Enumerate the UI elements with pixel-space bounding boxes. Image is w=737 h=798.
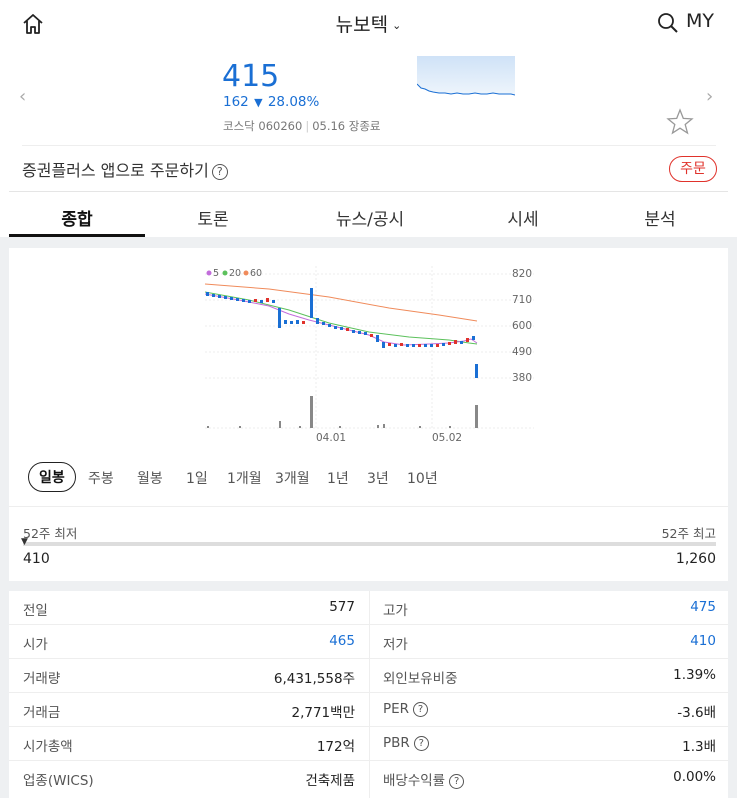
market-name: 코스닥 — [223, 119, 255, 133]
stat-label: 거래금 — [23, 705, 61, 721]
stock-code: 060260 — [258, 119, 303, 133]
y-tick: 600 — [512, 320, 532, 332]
stat-label: 저가 — [383, 637, 408, 653]
chevron-down-icon: ⌄ — [392, 19, 402, 32]
period-1day[interactable]: 1일 — [186, 468, 208, 488]
help-icon[interactable]: ? — [211, 164, 228, 180]
period-3year[interactable]: 3년 — [367, 468, 389, 488]
legend-ma20: 20 — [229, 268, 241, 279]
search-icon[interactable] — [657, 12, 679, 34]
change-percent: 28.08% — [267, 94, 320, 110]
help-icon[interactable]: ? — [413, 736, 429, 751]
stat-value: 건축제품 — [305, 773, 355, 789]
period-1month[interactable]: 1개월 — [227, 468, 262, 488]
change-amount: 162 — [223, 94, 249, 110]
stat-value: 410 — [690, 633, 716, 649]
help-icon[interactable]: ? — [449, 774, 465, 789]
range-high-label: 52주 최고 — [661, 526, 716, 541]
stats-row: 전일 577 고가 475 — [9, 591, 728, 625]
stock-name-selector[interactable]: 뉴보텍 ⌄ — [0, 10, 737, 37]
range-bar — [23, 542, 716, 546]
range-low-value: 410 — [23, 551, 50, 567]
stat-label: 시가총액 — [23, 739, 73, 755]
stats-row: 거래량 6,431,558주 외인보유비중 1.39% — [9, 659, 728, 693]
x-axis-labels: 04.01 05.02 — [316, 432, 462, 444]
period-3month[interactable]: 3개월 — [275, 468, 310, 488]
y-tick: 490 — [512, 346, 532, 358]
ma60-line — [204, 283, 478, 322]
stat-label: 전일 — [23, 603, 48, 619]
stat-label: 배당수익률? — [383, 769, 465, 789]
intraday-sparkline — [417, 56, 515, 96]
legend-ma5: 5 — [213, 268, 219, 279]
stats-row: 업종(WICS) 건축제품 배당수익률? 0.00% — [9, 761, 728, 795]
active-tab-indicator — [9, 234, 145, 237]
stat-label: 거래량 — [23, 671, 61, 687]
stat-value: 465 — [329, 633, 355, 649]
current-price: 415 — [222, 59, 280, 94]
stat-value: 1.39% — [673, 667, 716, 683]
stats-row: 시가 465 저가 410 — [9, 625, 728, 659]
my-button[interactable]: MY — [686, 10, 714, 32]
period-monthly[interactable]: 월봉 — [137, 468, 163, 488]
stat-label: 고가 — [383, 603, 408, 619]
x-tick: 05.02 — [432, 432, 462, 444]
y-tick: 820 — [512, 268, 532, 280]
next-stock-arrow-icon[interactable]: › — [706, 86, 713, 107]
market-status: 05.16 장종료 — [312, 119, 381, 133]
stat-label: PER? — [383, 701, 429, 717]
period-10year[interactable]: 10년 — [407, 468, 438, 488]
candlestick-chart[interactable]: 5 20 60 820 710 600 490 380 04.01 05.02 — [9, 248, 728, 448]
chart-card: 5 20 60 820 710 600 490 380 04.01 05.02 — [9, 248, 728, 506]
period-weekly[interactable]: 주봉 — [88, 468, 114, 488]
stock-name: 뉴보텍 — [335, 14, 389, 36]
order-promo-text: 증권플러스 앱으로 주문하기 — [22, 161, 209, 180]
prev-stock-arrow-icon[interactable]: ‹ — [19, 86, 26, 107]
x-tick: 04.01 — [316, 432, 346, 444]
tab-news[interactable]: 뉴스/공시 — [302, 205, 438, 230]
stats-row: 거래금 2,771백만 PER? -3.6배 — [9, 693, 728, 727]
legend-ma60: 60 — [250, 268, 262, 279]
order-promo[interactable]: 증권플러스 앱으로 주문하기? — [22, 157, 228, 181]
help-icon[interactable]: ? — [413, 702, 429, 717]
range-current-marker-icon: ▼ — [21, 537, 28, 547]
chart-grid — [205, 266, 534, 429]
stat-label: 외인보유비중 — [383, 671, 458, 687]
stat-value: 475 — [690, 599, 716, 615]
ma5-line — [204, 293, 478, 346]
favorite-star-icon[interactable] — [666, 108, 694, 136]
stat-label: 시가 — [23, 637, 48, 653]
range-52week-card: 52주 최저 52주 최고 ▼ 410 1,260 — [9, 506, 728, 581]
y-axis-labels: 820 710 600 490 380 — [512, 268, 532, 384]
stat-value: -3.6배 — [677, 705, 716, 721]
stats-table: 전일 577 고가 475 시가 465 저가 410 거래량 6,431,55… — [9, 591, 728, 798]
range-low-label: 52주 최저 — [23, 526, 78, 541]
period-daily[interactable]: 일봉 — [28, 462, 76, 492]
stat-value: 577 — [329, 599, 355, 615]
tab-quotes[interactable]: 시세 — [455, 205, 591, 230]
range-high-value: 1,260 — [675, 551, 716, 567]
tab-analysis[interactable]: 분석 — [592, 205, 728, 230]
price-change: 162 ▼ 28.08% — [223, 94, 319, 110]
stat-value: 1.3배 — [682, 739, 716, 755]
volume-bars — [207, 396, 478, 428]
y-tick: 710 — [512, 294, 532, 306]
chart-legend: 5 20 60 — [206, 268, 262, 279]
down-triangle-icon: ▼ — [254, 96, 263, 109]
order-button[interactable]: 주문 — [669, 156, 717, 182]
tab-discussion[interactable]: 토론 — [145, 205, 281, 230]
stats-row: 시가총액 172억 PBR? 1.3배 — [9, 727, 728, 761]
stock-header-card: 뉴보텍 ⌄ MY ‹ › 415 162 ▼ 28.08% 코스닥 060260 |… — [0, 0, 737, 237]
y-tick: 380 — [512, 372, 532, 384]
stat-value: 0.00% — [673, 769, 716, 785]
stat-value: 172억 — [316, 739, 355, 755]
stat-label: PBR? — [383, 735, 429, 751]
stat-label: 업종(WICS) — [23, 773, 94, 789]
tab-overview[interactable]: 종합 — [9, 205, 145, 230]
stat-value: 2,771백만 — [291, 705, 356, 721]
stat-value: 6,431,558주 — [273, 671, 355, 687]
period-1year[interactable]: 1년 — [327, 468, 349, 488]
quote-meta: 코스닥 060260 | 05.16 장종료 — [223, 119, 381, 133]
